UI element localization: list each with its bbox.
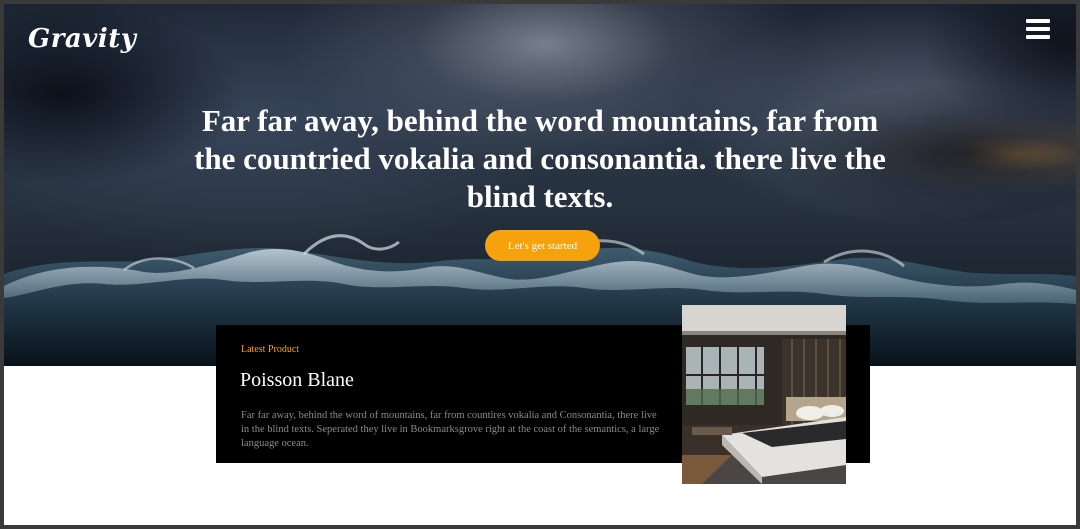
hero-headline: Far far away, behind the word mountains,…: [194, 103, 886, 214]
page: Gravity Far far away, behind the word mo…: [4, 4, 1076, 525]
hero-section: Gravity Far far away, behind the word mo…: [4, 4, 1076, 366]
menu-bar: [1026, 35, 1050, 39]
product-description: Far far away, behind the word of mountai…: [241, 410, 660, 449]
card-eyebrow: Latest Product: [241, 344, 300, 355]
hamburger-menu-icon[interactable]: [1026, 19, 1050, 39]
bedroom-image: [682, 305, 846, 484]
bedroom-illustration: [682, 305, 846, 484]
menu-bar: [1026, 19, 1050, 23]
brand-logo[interactable]: Gravity: [28, 24, 136, 54]
product-title: Poisson Blane: [240, 369, 354, 391]
menu-bar: [1026, 27, 1050, 31]
get-started-button[interactable]: Let's get started: [485, 230, 600, 261]
